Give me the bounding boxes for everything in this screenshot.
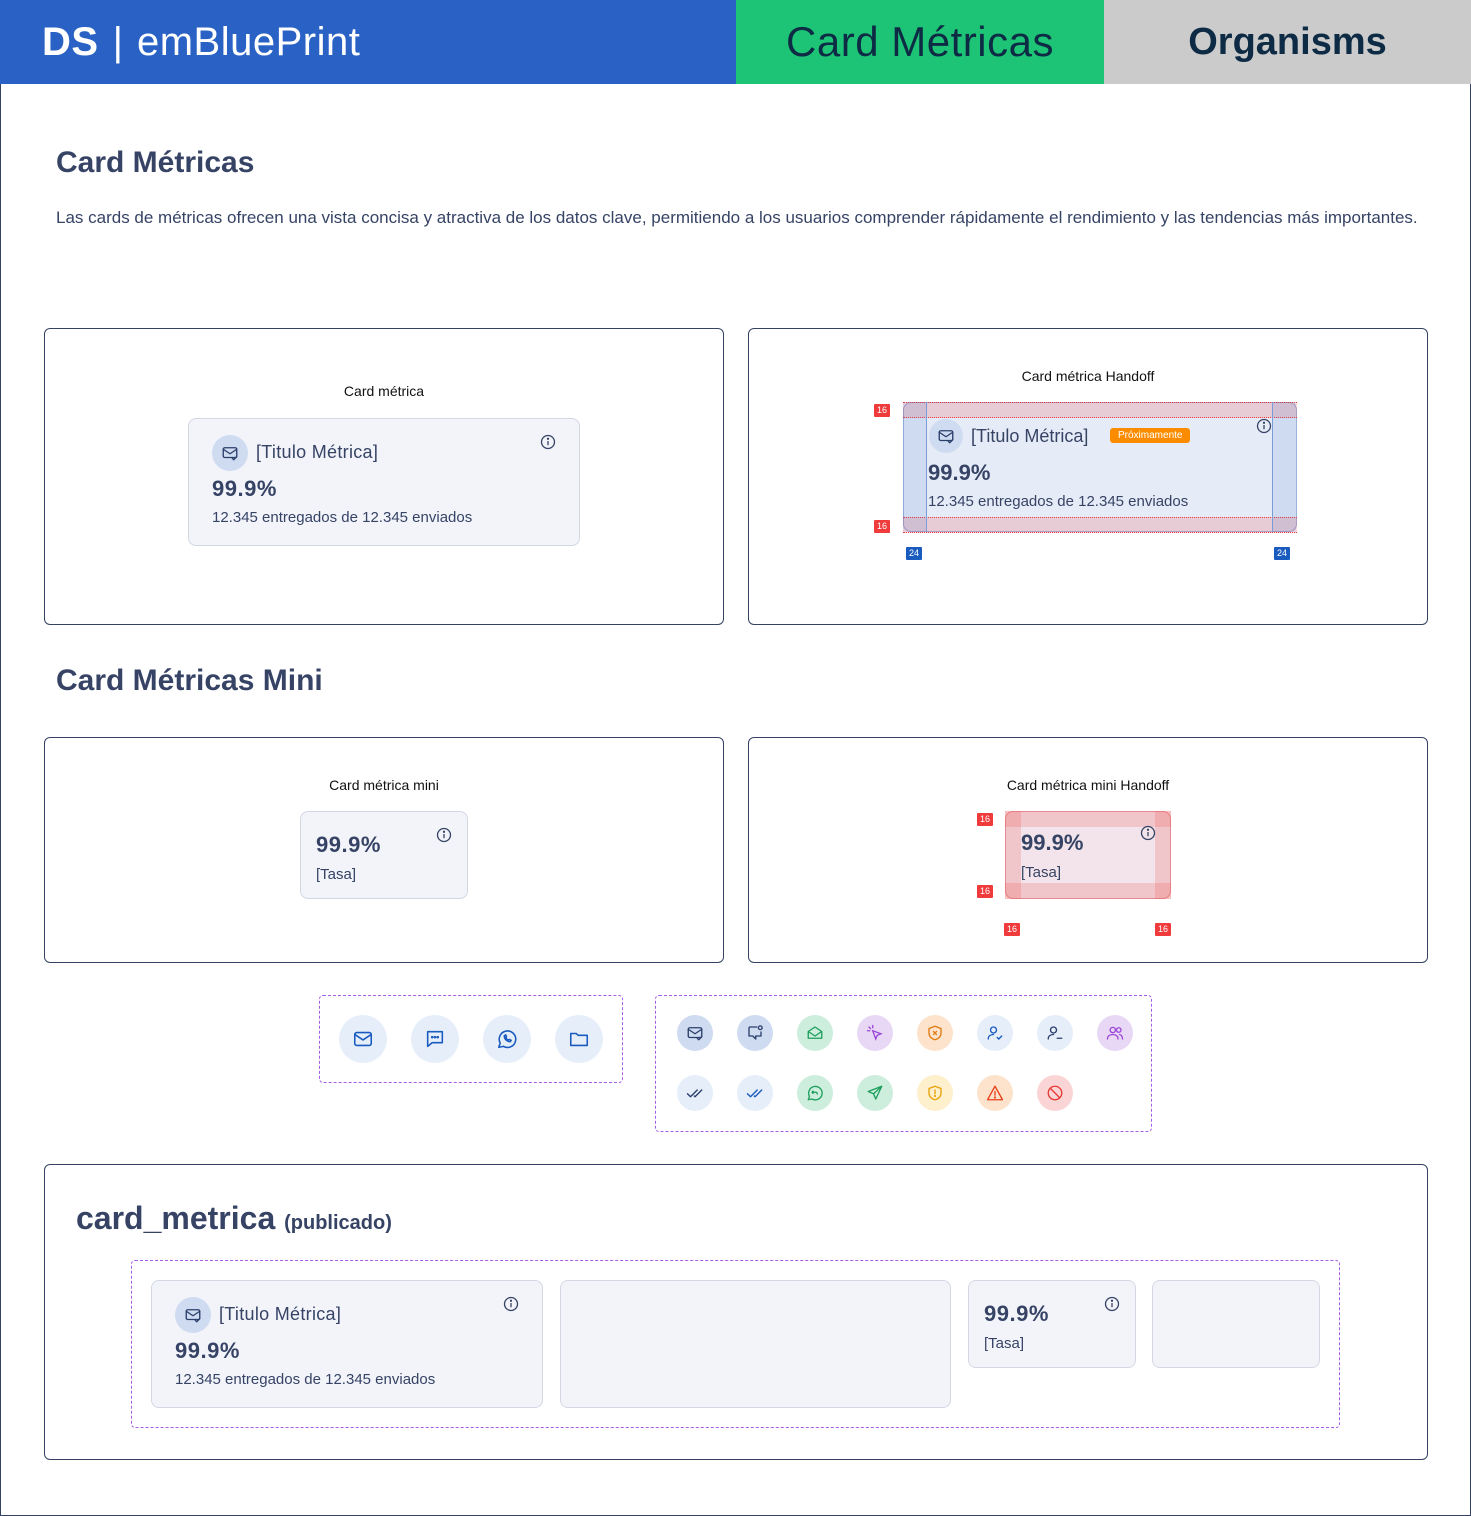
metric-caption: [Tasa]: [316, 866, 357, 883]
metric-value: 99.9%: [984, 1301, 1049, 1326]
user-minus-icon: [1037, 1015, 1073, 1051]
metric-card-mini-empty: [1152, 1280, 1320, 1368]
panel-label: Card métrica mini: [329, 777, 439, 793]
metric-title: [Titulo Métrica]: [256, 442, 379, 462]
spacing-tag-bottom: 16: [977, 885, 993, 898]
panel-card-metrica-handoff: Card métrica Handoff [Titulo Métrica] Pr…: [748, 328, 1428, 625]
brand-name: emBluePrint: [136, 19, 361, 64]
page-name: Card Métricas: [736, 0, 1104, 84]
info-icon[interactable]: [540, 434, 556, 450]
section-title: Card Métricas: [56, 146, 255, 179]
channel-icon-set: [319, 995, 623, 1083]
padding-right-overlay: [1155, 811, 1171, 899]
send-icon: [857, 1075, 893, 1111]
component-name: card_metrica: [76, 1200, 276, 1236]
metric-card-mini-published: 99.9% [Tasa]: [968, 1280, 1136, 1368]
mail-check-icon: [175, 1297, 211, 1333]
metric-card: [Titulo Métrica] 99.9% 12.345 entregados…: [188, 418, 580, 546]
brand-block: DS | emBluePrint: [0, 0, 736, 84]
brand-short: DS: [42, 19, 99, 64]
metric-subtitle: 12.345 entregados de 12.345 enviados: [175, 1371, 436, 1388]
metric-caption: [Tasa]: [984, 1335, 1025, 1352]
padding-right-overlay: [1272, 402, 1296, 532]
spacing-tag-left: 16: [1004, 923, 1020, 936]
info-icon[interactable]: [1104, 1296, 1120, 1312]
double-check-icon: [677, 1075, 713, 1111]
component-title: card_metrica (publicado): [76, 1200, 392, 1237]
metric-value: 99.9%: [1021, 830, 1084, 855]
spacing-tag-left: 24: [906, 547, 922, 560]
mail-icon[interactable]: [339, 1015, 387, 1063]
whatsapp-reply-icon: [797, 1075, 833, 1111]
mail-check-icon: [677, 1015, 713, 1051]
panel-label: Card métrica Handoff: [1021, 368, 1155, 384]
shield-x-icon: [917, 1015, 953, 1051]
spacing-tag-bottom: 16: [874, 520, 890, 533]
metric-icon-set: [655, 995, 1152, 1132]
category-name: Organisms: [1104, 0, 1471, 84]
mail-check-icon: [929, 419, 963, 453]
metric-title: [Titulo Métrica]: [219, 1304, 342, 1324]
info-icon[interactable]: [436, 827, 452, 843]
whatsapp-icon[interactable]: [483, 1015, 531, 1063]
info-icon[interactable]: [1256, 418, 1272, 434]
panel-card-mini: Card métrica mini 99.9% [Tasa]: [44, 737, 724, 963]
padding-left-overlay: [1005, 811, 1021, 899]
metric-caption: [Tasa]: [1021, 864, 1062, 881]
metric-value: 99.9%: [316, 832, 381, 857]
padding-bottom-overlay: [903, 517, 1297, 533]
folder-icon[interactable]: [555, 1015, 603, 1063]
info-icon[interactable]: [1140, 825, 1156, 841]
spacing-tag-top: 16: [874, 404, 890, 417]
metric-card-mini: 99.9% [Tasa]: [300, 811, 468, 899]
user-check-icon: [977, 1015, 1013, 1051]
message-notification-icon: [737, 1015, 773, 1051]
shield-alert-icon: [917, 1075, 953, 1111]
info-icon[interactable]: [503, 1296, 519, 1312]
panel-card-mini-handoff: Card métrica mini Handoff 99.9% [Tasa] 1…: [748, 737, 1428, 963]
padding-left-overlay: [903, 402, 927, 532]
spacing-tag-top: 16: [977, 813, 993, 826]
double-check-blue-icon: [737, 1075, 773, 1111]
panel-label: Card métrica: [343, 383, 425, 399]
padding-bottom-overlay: [1005, 883, 1171, 899]
click-icon: [857, 1015, 893, 1051]
metric-card-empty: [560, 1280, 951, 1408]
sms-icon[interactable]: [411, 1015, 459, 1063]
warning-icon: [977, 1075, 1013, 1111]
mail-open-icon: [797, 1015, 833, 1051]
blocked-icon: [1037, 1075, 1073, 1111]
metric-value: 99.9%: [928, 460, 991, 485]
mail-check-icon: [212, 435, 248, 471]
section-title-mini: Card Métricas Mini: [56, 664, 323, 697]
brand-separator: |: [112, 19, 123, 64]
panel-label: Card métrica mini Handoff: [1006, 777, 1170, 793]
header: DS | emBluePrint Card Métricas Organisms: [0, 0, 1471, 84]
metric-card-published: [Titulo Métrica] 99.9% 12.345 entregados…: [151, 1280, 543, 1408]
spacing-tag-right: 24: [1274, 547, 1290, 560]
status-badge: Próximamente: [1110, 428, 1191, 443]
metric-value: 99.9%: [212, 476, 277, 501]
users-icon: [1097, 1015, 1133, 1051]
section-description: Las cards de métricas ofrecen una vista …: [56, 208, 1418, 227]
publish-status: (publicado): [284, 1212, 392, 1234]
panel-card-metrica: Card métrica [Titulo Métrica] 99.9% 12.3…: [44, 328, 724, 625]
padding-top-overlay: [903, 402, 1297, 418]
metric-subtitle: 12.345 entregados de 12.345 enviados: [212, 509, 473, 526]
metric-value: 99.9%: [175, 1338, 240, 1363]
metric-subtitle: 12.345 entregados de 12.345 enviados: [928, 493, 1189, 510]
spacing-tag-right: 16: [1155, 923, 1171, 936]
metric-title: [Titulo Métrica]: [971, 426, 1089, 446]
